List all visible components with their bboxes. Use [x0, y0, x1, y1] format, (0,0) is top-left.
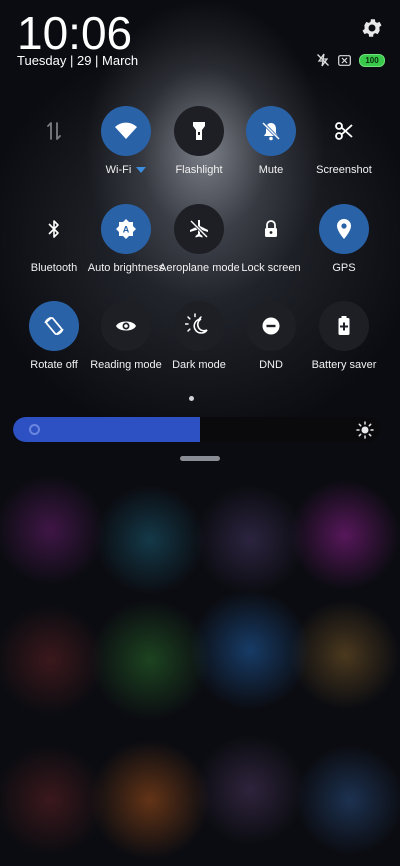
- tile-battery-saver-button[interactable]: [319, 301, 369, 351]
- tile-dnd[interactable]: DND: [235, 301, 307, 371]
- wifi-icon: [115, 122, 137, 139]
- tile-rotate[interactable]: Rotate off: [18, 301, 90, 371]
- tile-reading-mode-label: Reading mode: [90, 359, 162, 371]
- tile-bluetooth[interactable]: Bluetooth: [18, 204, 90, 274]
- tile-flashlight-label: Flashlight: [175, 164, 223, 176]
- battery-level: 100: [365, 55, 379, 65]
- tile-bluetooth-button[interactable]: [29, 204, 79, 254]
- tile-battery-saver[interactable]: Battery saver: [308, 301, 380, 371]
- tile-dark-mode[interactable]: Dark mode: [163, 301, 235, 371]
- tile-wifi[interactable]: Wi-Fi: [90, 106, 162, 176]
- location-pin-icon: [337, 219, 351, 239]
- eye-icon: [116, 321, 136, 331]
- tile-aeroplane-mode-label: Aeroplane mode: [159, 262, 239, 274]
- tile-reading-mode-button[interactable]: [101, 301, 151, 351]
- brightness-slider-thumb[interactable]: [29, 424, 40, 435]
- tile-screenshot-label: Screenshot: [316, 164, 372, 176]
- brightness-slider-fill: [13, 417, 201, 442]
- tile-reading-mode[interactable]: Reading mode: [90, 301, 162, 371]
- clock[interactable]: 10:06: [17, 6, 132, 60]
- tile-dark-mode-label: Dark mode: [172, 359, 226, 371]
- tile-battery-saver-label: Battery saver: [311, 359, 377, 371]
- bluetooth-icon: [48, 220, 59, 238]
- tile-wifi-button[interactable]: [101, 106, 151, 156]
- tile-bluetooth-label: Bluetooth: [30, 262, 78, 274]
- wifi-expand-chevron-icon[interactable]: [136, 167, 147, 174]
- tile-aeroplane-mode[interactable]: Aeroplane mode: [159, 204, 239, 274]
- svg-text:A: A: [123, 225, 130, 235]
- tile-lock-screen-button[interactable]: [246, 204, 296, 254]
- aeroplane-off-icon: [189, 219, 209, 239]
- brightness-sun-icon: [356, 421, 374, 439]
- panel-drag-handle[interactable]: [180, 456, 220, 461]
- tile-auto-brightness-button[interactable]: A: [101, 204, 151, 254]
- settings-icon[interactable]: [360, 16, 384, 40]
- tile-lock-screen-label: Lock screen: [241, 262, 301, 274]
- tile-mute[interactable]: Mute: [235, 106, 307, 176]
- battery-saver-icon: [338, 316, 350, 335]
- tile-mute-button[interactable]: [246, 106, 296, 156]
- page-indicator-dot: [189, 396, 194, 401]
- tile-mute-label: Mute: [258, 164, 284, 176]
- tile-gps-label: GPS: [332, 262, 356, 274]
- brightness-slider[interactable]: [13, 417, 380, 442]
- battery-icon: 100: [359, 53, 385, 67]
- mute-bell-icon: [261, 121, 281, 141]
- tile-gps[interactable]: GPS: [308, 204, 380, 274]
- flashlight-icon: [193, 122, 205, 140]
- scissors-icon: [335, 122, 353, 140]
- tile-lock-screen[interactable]: Lock screen: [235, 204, 307, 274]
- tile-dnd-label: DND: [259, 359, 283, 371]
- tile-auto-brightness[interactable]: A Auto brightness: [88, 204, 164, 274]
- tile-mobile-data-button[interactable]: [29, 106, 79, 156]
- tile-screenshot-button[interactable]: [319, 106, 369, 156]
- status-icons: 100: [316, 53, 385, 67]
- tile-aeroplane-mode-button[interactable]: [174, 204, 224, 254]
- tile-wifi-label: Wi-Fi: [86, 164, 166, 176]
- data-arrows-icon: [47, 122, 61, 140]
- tile-auto-brightness-label: Auto brightness: [87, 262, 165, 274]
- tile-flashlight-button[interactable]: [174, 106, 224, 156]
- tile-dark-mode-button[interactable]: [174, 301, 224, 351]
- tile-rotate-button[interactable]: [29, 301, 79, 351]
- no-sim-icon: [338, 54, 351, 66]
- no-charging-icon: [317, 53, 329, 67]
- tile-flashlight[interactable]: Flashlight: [163, 106, 235, 176]
- tile-dnd-button[interactable]: [246, 301, 296, 351]
- date-label[interactable]: Tuesday | 29 | March: [17, 53, 138, 68]
- dark-mode-icon: [185, 313, 208, 334]
- quick-settings-panel: 10:06 Tuesday | 29 | March 100 Wi-Fi Fla…: [0, 0, 400, 866]
- tile-screenshot[interactable]: Screenshot: [308, 106, 380, 176]
- auto-brightness-icon: A: [116, 219, 136, 239]
- dnd-icon: [262, 317, 280, 335]
- tile-rotate-label: Rotate off: [30, 359, 78, 371]
- lock-icon: [265, 220, 277, 237]
- tile-gps-button[interactable]: [319, 204, 369, 254]
- rotate-icon: [44, 316, 64, 336]
- tile-mobile-data[interactable]: [18, 106, 90, 164]
